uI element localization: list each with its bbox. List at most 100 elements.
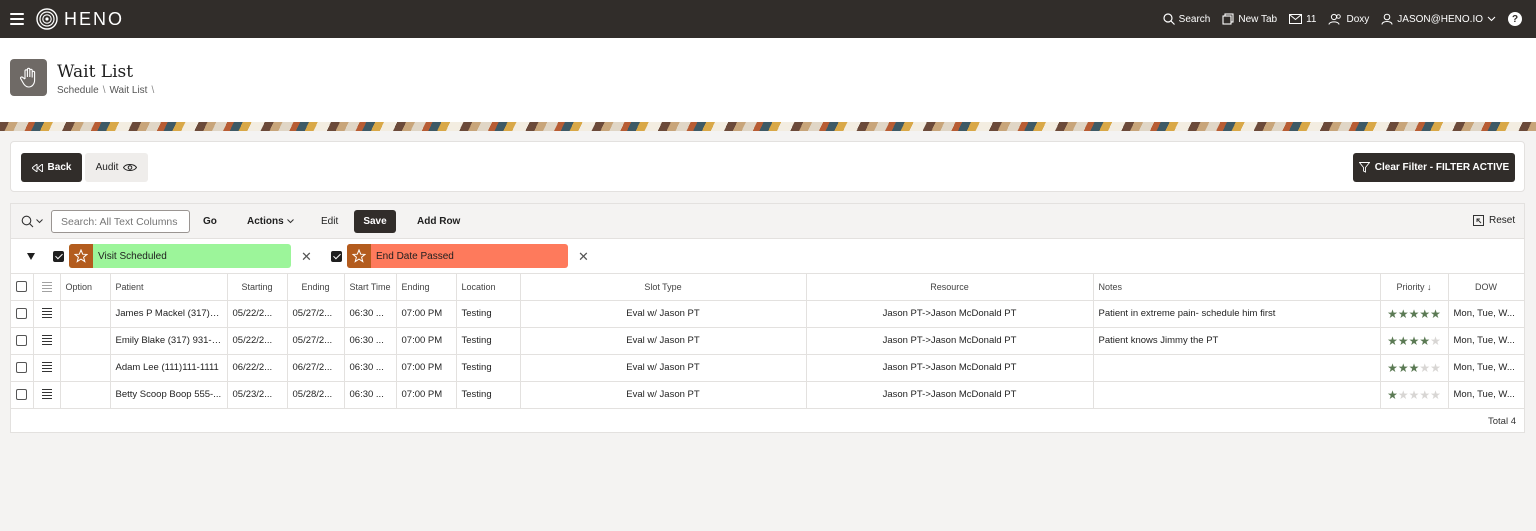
clear-filter-button[interactable]: Clear Filter - FILTER ACTIVE (1353, 153, 1515, 182)
start-time-cell[interactable]: 06:30 ... (344, 381, 397, 409)
menu-icon[interactable] (10, 13, 24, 25)
row-menu-cell[interactable] (33, 381, 61, 409)
resource-cell[interactable]: Jason PT->Jason McDonald PT (806, 354, 1094, 382)
table-row[interactable]: Betty Scoop Boop 555-... 05/23/2... 05/28/… (11, 381, 1525, 409)
doxy-nav[interactable]: Doxy (1328, 13, 1369, 25)
remove-filter-visit-scheduled-icon[interactable]: ✕ (301, 250, 312, 263)
resource-cell[interactable]: Jason PT->Jason McDonald PT (806, 300, 1094, 328)
end-time-cell[interactable]: 07:00 PM (396, 327, 457, 355)
dow-cell[interactable]: Mon, Tue, W... (1448, 381, 1525, 409)
priority-cell[interactable]: ★★★★★ (1380, 354, 1449, 382)
row-menu-cell[interactable] (33, 300, 61, 328)
patient-cell[interactable]: James P Mackel (317)9... (110, 300, 228, 328)
priority-cell[interactable]: ★★★★★ (1380, 300, 1449, 328)
column-header-location[interactable]: Location (456, 274, 521, 301)
row-menu-cell[interactable] (33, 354, 61, 382)
add-row-button[interactable]: Add Row (417, 216, 460, 227)
ending-cell[interactable]: 05/27/2... (287, 300, 345, 328)
notes-cell[interactable]: Patient in extreme pain- schedule him fi… (1093, 300, 1381, 328)
ending-cell[interactable]: 06/27/2... (287, 354, 345, 382)
row-menu-icon[interactable] (41, 335, 52, 346)
column-header-starting[interactable]: Starting (227, 274, 288, 301)
select-all-checkbox[interactable] (16, 281, 28, 293)
location-cell[interactable]: Testing (456, 300, 521, 328)
patient-cell[interactable]: Betty Scoop Boop 555-... (110, 381, 228, 409)
start-time-cell[interactable]: 06:30 ... (344, 300, 397, 328)
notes-cell[interactable] (1093, 381, 1381, 409)
resource-cell[interactable]: Jason PT->Jason McDonald PT (806, 327, 1094, 355)
column-header-priority[interactable]: Priority ↓ (1380, 274, 1449, 301)
notes-cell[interactable]: Patient knows Jimmy the PT (1093, 327, 1381, 355)
search-column-selector[interactable] (21, 215, 43, 228)
patient-cell[interactable]: Emily Blake (317) 931-9... (110, 327, 228, 355)
search-nav[interactable]: Search (1163, 13, 1210, 25)
ending-cell[interactable]: 05/27/2... (287, 327, 345, 355)
column-header-end-time[interactable]: Ending (396, 274, 457, 301)
location-cell[interactable]: Testing (456, 381, 521, 409)
search-input[interactable]: Search: All Text Columns (51, 210, 190, 233)
slot-type-cell[interactable]: Eval w/ Jason PT (520, 354, 807, 382)
slot-type-cell[interactable]: Eval w/ Jason PT (520, 381, 807, 409)
save-button[interactable]: Save (354, 210, 396, 233)
filter-chip-end-date-passed[interactable]: End Date Passed (347, 244, 568, 268)
filter-checkbox-visit-scheduled[interactable] (53, 251, 64, 262)
slot-type-cell[interactable]: Eval w/ Jason PT (520, 327, 807, 355)
patient-cell[interactable]: Adam Lee (111)111-1111 (110, 354, 228, 382)
dow-cell[interactable]: Mon, Tue, W... (1448, 327, 1525, 355)
column-header-ending[interactable]: Ending (287, 274, 345, 301)
new-tab-nav[interactable]: New Tab (1222, 13, 1277, 25)
slot-type-cell[interactable]: Eval w/ Jason PT (520, 300, 807, 328)
breadcrumb-schedule[interactable]: Schedule (57, 85, 99, 96)
location-cell[interactable]: Testing (456, 327, 521, 355)
option-cell[interactable] (60, 354, 111, 382)
option-cell[interactable] (60, 300, 111, 328)
logo[interactable]: HENO (36, 8, 124, 30)
end-time-cell[interactable]: 07:00 PM (396, 354, 457, 382)
starting-cell[interactable]: 06/22/2... (227, 354, 288, 382)
row-checkbox-cell[interactable] (11, 327, 34, 355)
mail-nav[interactable]: 11 (1289, 14, 1316, 25)
go-button[interactable]: Go (203, 216, 217, 227)
filter-chip-visit-scheduled[interactable]: Visit Scheduled (69, 244, 291, 268)
row-checkbox[interactable] (16, 388, 28, 400)
row-menu-icon[interactable] (41, 389, 52, 400)
row-menu-cell[interactable] (33, 327, 61, 355)
filter-checkbox-end-date-passed[interactable] (331, 251, 342, 262)
start-time-cell[interactable]: 06:30 ... (344, 327, 397, 355)
starting-cell[interactable]: 05/23/2... (227, 381, 288, 409)
column-header-start-time[interactable]: Start Time (344, 274, 397, 301)
dow-cell[interactable]: Mon, Tue, W... (1448, 354, 1525, 382)
dow-cell[interactable]: Mon, Tue, W... (1448, 300, 1525, 328)
audit-button[interactable]: Audit (85, 153, 148, 182)
column-header-dow[interactable]: DOW (1448, 274, 1525, 301)
notes-cell[interactable] (1093, 354, 1381, 382)
edit-button[interactable]: Edit (321, 216, 338, 227)
actions-menu[interactable]: Actions (247, 216, 294, 227)
select-all-header[interactable] (11, 274, 34, 301)
starting-cell[interactable]: 05/22/2... (227, 300, 288, 328)
end-time-cell[interactable]: 07:00 PM (396, 381, 457, 409)
column-header-notes[interactable]: Notes (1093, 274, 1381, 301)
table-row[interactable]: James P Mackel (317)9... 05/22/2... 05/27/… (11, 300, 1525, 328)
user-menu[interactable]: JASON@HENO.IO (1381, 13, 1496, 25)
row-checkbox[interactable] (16, 334, 28, 346)
collapse-triangle-icon[interactable] (27, 253, 35, 260)
resource-cell[interactable]: Jason PT->Jason McDonald PT (806, 381, 1094, 409)
row-checkbox-cell[interactable] (11, 381, 34, 409)
option-cell[interactable] (60, 381, 111, 409)
location-cell[interactable]: Testing (456, 354, 521, 382)
reset-button[interactable]: Reset (1473, 215, 1515, 226)
priority-cell[interactable]: ★★★★★ (1380, 381, 1449, 409)
column-header-patient[interactable]: Patient (110, 274, 228, 301)
row-menu-icon[interactable] (41, 362, 52, 373)
start-time-cell[interactable]: 06:30 ... (344, 354, 397, 382)
remove-filter-end-date-passed-icon[interactable]: ✕ (578, 250, 589, 263)
end-time-cell[interactable]: 07:00 PM (396, 300, 457, 328)
row-checkbox[interactable] (16, 307, 28, 319)
column-header-slot-type[interactable]: Slot Type (520, 274, 807, 301)
option-cell[interactable] (60, 327, 111, 355)
back-button[interactable]: Back (21, 153, 82, 182)
row-menu-icon[interactable] (41, 308, 52, 319)
row-checkbox-cell[interactable] (11, 300, 34, 328)
column-header-resource[interactable]: Resource (806, 274, 1094, 301)
